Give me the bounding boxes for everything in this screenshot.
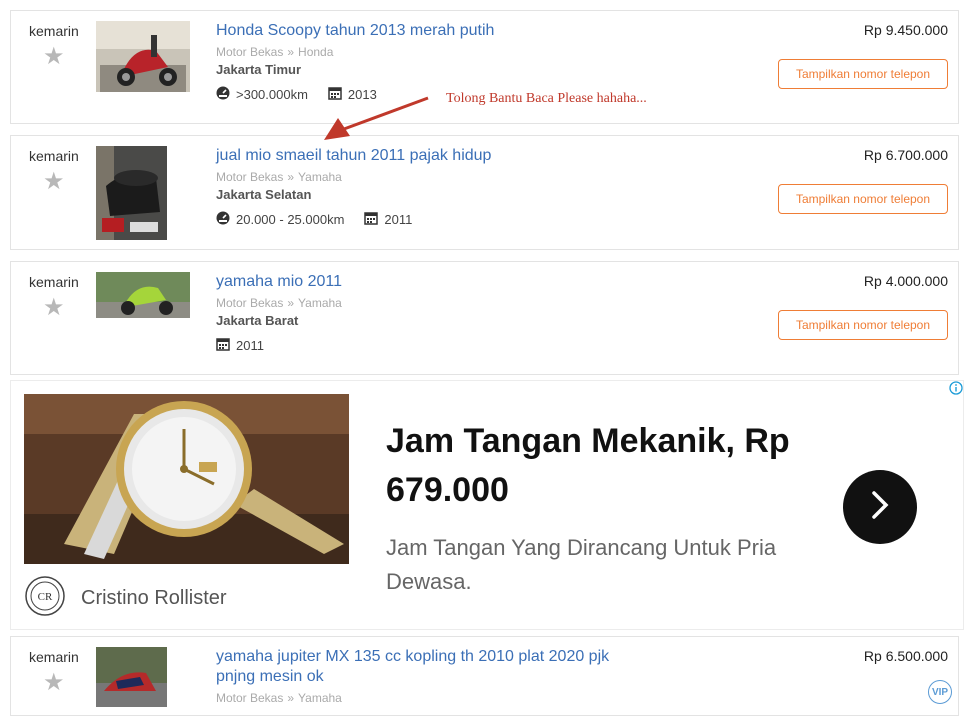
breadcrumb: Motor Bekas » Honda [216,45,333,59]
listing-date: kemarin [29,148,79,164]
calendar-icon [328,86,348,103]
breadcrumb-separator: » [287,45,295,59]
ad-next-button[interactable] [843,470,917,544]
listing-title-link[interactable]: yamaha jupiter MX 135 cc kopling th 2010… [216,647,636,687]
listing-price: Rp 6.500.000 [863,648,948,664]
breadcrumb-separator: » [287,296,295,310]
favorite-star-icon[interactable]: ★ [43,45,65,69]
listing-date: kemarin [29,23,79,39]
listing-year: 2011 [236,338,264,353]
vip-badge: VIP [928,680,952,704]
ad-description: Jam Tangan Yang Dirancang Untuk Pria Dew… [386,535,777,594]
favorite-star-icon[interactable]: ★ [43,671,65,695]
ad-brand-logo[interactable]: CR [25,576,65,616]
calendar-icon [216,337,236,354]
show-phone-button[interactable]: Tampilkan nomor telepon [778,59,948,89]
ad-brand-name[interactable]: Cristino Rollister [81,587,227,610]
breadcrumb: Motor Bekas » Yamaha [216,691,342,705]
breadcrumb-brand[interactable]: Yamaha [298,691,342,705]
listing-date: kemarin [29,274,79,290]
show-phone-button[interactable]: Tampilkan nomor telepon [778,184,948,214]
breadcrumb-brand[interactable]: Yamaha [298,170,342,184]
listing-thumbnail[interactable] [96,647,167,707]
breadcrumb-category[interactable]: Motor Bekas [216,45,283,59]
listing-year: 2013 [347,87,377,102]
listing-date: kemarin [29,649,79,665]
listing-meta: 20.000 - 25.000km 2011 [216,211,432,228]
ad-image[interactable] [24,394,349,564]
annotation-text: Tolong Bantu Baca Please hahaha... [446,91,647,106]
breadcrumb: Motor Bekas » Yamaha [216,170,342,184]
advertisement[interactable]: CR Cristino Rollister Jam Tangan Mekanik… [10,380,964,630]
favorite-star-icon[interactable]: ★ [43,170,65,194]
ad-logo-text: CR [38,591,53,603]
speedometer-icon [216,86,236,103]
listing-title-link[interactable]: Honda Scoopy tahun 2013 merah putih [216,22,494,40]
listing-card[interactable]: kemarin ★ yamaha jupiter MX 135 cc kopli… [10,636,959,716]
listing-price: Rp 4.000.000 [863,273,948,289]
breadcrumb-category[interactable]: Motor Bekas [216,170,283,184]
calendar-icon [364,211,384,228]
breadcrumb-separator: » [287,691,295,705]
listing-title-link[interactable]: yamaha mio 2011 [216,273,342,291]
listing-thumbnail[interactable] [96,21,190,92]
listing-city: Jakarta Barat [216,313,299,328]
listing-thumbnail[interactable] [96,146,167,240]
speedometer-icon [216,211,236,228]
chevron-right-icon [868,489,892,526]
listing-year: 2011 [384,212,413,227]
ad-info-icon[interactable] [949,381,963,395]
listing-card[interactable]: kemarin ★ yamaha mio 2011 Motor Bekas » Ya… [10,261,959,375]
ad-headline[interactable]: Jam Tangan Mekanik, Rp 679.000 [386,417,806,515]
listing-meta: 2011 [216,337,284,354]
listing-mileage: 20.000 - 25.000km [236,212,345,227]
breadcrumb-separator: » [287,170,295,184]
listing-meta: >300.000km 2013 [216,86,397,103]
listing-price: Rp 6.700.000 [863,147,948,163]
listing-city: Jakarta Selatan [216,187,312,202]
breadcrumb-category[interactable]: Motor Bekas [216,691,283,705]
breadcrumb: Motor Bekas » Yamaha [216,296,342,310]
listing-city: Jakarta Timur [216,62,302,77]
listing-mileage: >300.000km [236,87,308,102]
breadcrumb-category[interactable]: Motor Bekas [216,296,283,310]
breadcrumb-brand[interactable]: Yamaha [298,296,342,310]
favorite-star-icon[interactable]: ★ [43,296,65,320]
listing-card[interactable]: kemarin ★ jual mio smaeil tahun 2011 paj… [10,135,959,250]
listing-price: Rp 9.450.000 [863,22,948,38]
listing-thumbnail[interactable] [96,272,190,318]
show-phone-button[interactable]: Tampilkan nomor telepon [778,310,948,340]
listing-title-link[interactable]: jual mio smaeil tahun 2011 pajak hidup [216,147,491,165]
breadcrumb-brand[interactable]: Honda [298,45,333,59]
